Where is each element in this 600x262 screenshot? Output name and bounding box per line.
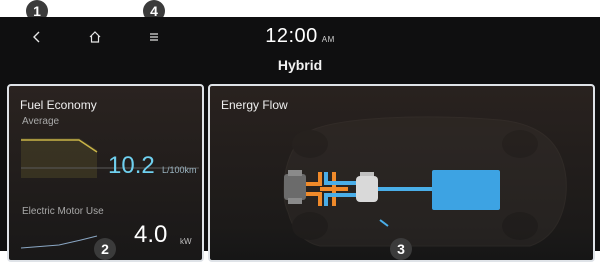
motor-component <box>356 172 378 202</box>
infotainment-screen: 12:00 AM Hybrid Fuel Economy Average 10.2… <box>0 17 600 262</box>
callout-3-text: 3 <box>397 241 405 257</box>
clock: 12:00 AM <box>0 25 600 48</box>
callout-2-text: 2 <box>101 241 109 257</box>
battery-component <box>432 170 500 210</box>
page-title: Hybrid <box>277 57 323 73</box>
top-bar: 12:00 AM Hybrid <box>0 17 600 73</box>
motor-use-unit: kW <box>180 237 192 246</box>
clock-ampm: AM <box>321 35 335 44</box>
callout-badge-3: 3 <box>390 238 412 260</box>
energy-flow-diagram <box>283 116 567 247</box>
engine-component <box>284 170 306 204</box>
callout-badge-2: 2 <box>94 238 116 260</box>
average-value: 10.2 <box>108 152 155 179</box>
fuel-economy-panel[interactable]: Fuel Economy Average 10.2 L/100km Electr… <box>7 84 204 262</box>
fuel-economy-title: Fuel Economy <box>20 98 97 112</box>
clock-time: 12:00 <box>265 25 318 47</box>
average-unit: L/100km <box>162 165 197 175</box>
motor-use-value: 4.0 <box>134 221 168 248</box>
motor-use-label: Electric Motor Use <box>22 206 104 217</box>
average-label: Average <box>22 116 60 127</box>
motor-use-graph-line <box>20 235 98 249</box>
energy-flow-panel[interactable]: Energy Flow <box>208 84 595 262</box>
